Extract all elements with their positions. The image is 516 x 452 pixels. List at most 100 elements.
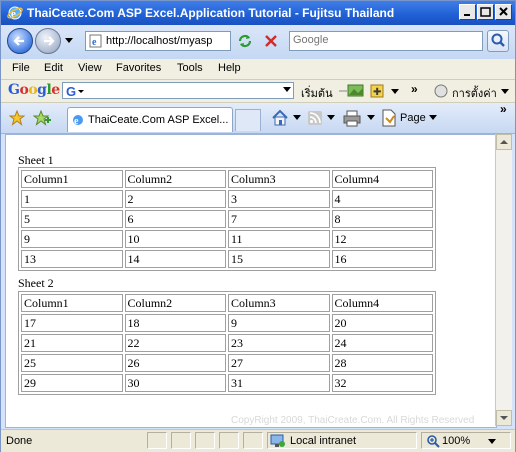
page-menu-button[interactable]: Page [400, 112, 426, 124]
table-cell: 3 [228, 190, 330, 208]
table-cell: 13 [21, 250, 123, 268]
feeds-icon[interactable] [307, 110, 323, 126]
table-row: 5 6 7 8 [21, 210, 433, 228]
tab-ie-icon: e [73, 115, 83, 127]
close-button[interactable] [495, 4, 512, 20]
page-icon[interactable] [381, 109, 397, 127]
table-cell: 32 [331, 374, 433, 392]
menu-file[interactable]: File [12, 62, 30, 74]
tab-bar: e ThaiCeate.Com ASP Excel... Page » [1, 102, 515, 134]
more-chevron-icon[interactable]: » [411, 82, 418, 96]
search-box[interactable] [289, 31, 483, 51]
table-cell: 27 [228, 354, 330, 372]
search-input[interactable] [290, 32, 476, 48]
menu-view[interactable]: View [78, 62, 102, 74]
tab-title: ThaiCeate.Com ASP Excel... [88, 114, 229, 126]
browser-window: e ThaiCeate.Com ASP Excel.Application Tu… [0, 0, 516, 452]
table-cell: 5 [21, 210, 123, 228]
address-url[interactable]: http://localhost/myasp [106, 35, 228, 47]
picture-icon[interactable] [347, 83, 365, 99]
table-row: 1 2 3 4 [21, 190, 433, 208]
header-cell: Column3 [228, 294, 330, 312]
favorites-star-icon[interactable] [9, 110, 25, 126]
settings-circle-icon[interactable] [433, 83, 449, 99]
header-cell: Column4 [331, 170, 433, 188]
status-pane [243, 432, 263, 449]
table-cell: 20 [331, 314, 433, 332]
back-button[interactable] [7, 28, 33, 54]
maximize-button[interactable] [477, 4, 494, 20]
table-cell: 28 [331, 354, 433, 372]
table-cell: 7 [228, 210, 330, 228]
forward-button[interactable] [35, 28, 61, 54]
chevron-down-icon[interactable] [429, 115, 437, 121]
maximize-icon [480, 7, 491, 17]
table-cell: 14 [124, 250, 226, 268]
svg-text:e: e [92, 37, 97, 48]
refresh-button[interactable] [235, 31, 255, 51]
menu-favorites[interactable]: Favorites [116, 62, 161, 74]
status-pane [147, 432, 167, 449]
add-favorite-icon[interactable] [33, 110, 51, 126]
table-cell: 4 [331, 190, 433, 208]
stop-button[interactable] [261, 31, 281, 51]
table-cell: 31 [228, 374, 330, 392]
table-header-row: Column1 Column2 Column3 Column4 [21, 294, 433, 312]
chevron-down-icon[interactable] [391, 89, 399, 95]
chevron-down-icon[interactable] [367, 115, 375, 121]
vertical-scrollbar[interactable] [495, 134, 512, 426]
bookmark-icon[interactable]: ✚ [369, 83, 387, 99]
zoom-pane[interactable]: 100% [421, 432, 511, 449]
zoom-level: 100% [442, 435, 471, 447]
table-cell: 16 [331, 250, 433, 268]
table-cell: 22 [124, 334, 226, 352]
table-row: 13 14 15 16 [21, 250, 433, 268]
chevron-down-icon[interactable] [327, 115, 335, 121]
tab-active[interactable]: e ThaiCeate.Com ASP Excel... [67, 107, 233, 132]
new-tab-button[interactable] [235, 109, 261, 131]
table-cell: 15 [228, 250, 330, 268]
table-row: 29 30 31 32 [21, 374, 433, 392]
svg-text:✚: ✚ [373, 87, 381, 98]
table-cell: 12 [331, 230, 433, 248]
menu-edit[interactable]: Edit [44, 62, 63, 74]
chevron-down-icon[interactable] [283, 87, 291, 93]
table-cell: 9 [21, 230, 123, 248]
menu-bar: File Edit View Favorites Tools Help [1, 59, 515, 80]
scroll-up-button[interactable] [496, 134, 512, 150]
search-button[interactable] [487, 30, 509, 52]
google-search-field[interactable]: G [62, 82, 294, 99]
home-icon[interactable] [271, 109, 289, 127]
sheet-2-table: Column1 Column2 Column3 Column4 17 18 9 … [18, 291, 436, 395]
header-cell: Column2 [124, 170, 226, 188]
sheet-2-title: Sheet 2 [18, 276, 54, 290]
svg-text:G: G [66, 84, 76, 98]
print-icon[interactable] [343, 109, 361, 127]
chevron-down-icon[interactable] [488, 439, 496, 445]
more-chevron-icon[interactable]: » [500, 102, 507, 116]
scroll-up-icon [500, 140, 508, 144]
status-pane [195, 432, 215, 449]
table-cell: 23 [228, 334, 330, 352]
page-content: Sheet 1 Column1 Column2 Column3 Column4 … [5, 134, 497, 428]
history-dropdown-icon[interactable] [65, 38, 73, 44]
status-pane [171, 432, 191, 449]
header-cell: Column1 [21, 294, 123, 312]
scroll-down-button[interactable] [496, 410, 512, 426]
address-bar[interactable]: e http://localhost/myasp [85, 31, 231, 51]
google-settings-button[interactable]: การตั้งค่า [452, 84, 497, 102]
google-logo[interactable]: Google [8, 82, 60, 98]
forward-arrow-icon [44, 36, 55, 46]
status-bar: Done Local intranet 100% [1, 429, 515, 452]
chevron-down-icon[interactable] [293, 115, 301, 121]
menu-help[interactable]: Help [218, 62, 241, 74]
table-cell: 21 [21, 334, 123, 352]
google-start-button[interactable]: เริ่มต้น [301, 84, 333, 102]
title-bar[interactable]: e ThaiCeate.Com ASP Excel.Application Tu… [1, 1, 515, 25]
minimize-button[interactable] [459, 4, 476, 20]
chevron-down-icon[interactable] [501, 89, 509, 95]
header-cell: Column4 [331, 294, 433, 312]
table-row: 9 10 11 12 [21, 230, 433, 248]
zone-pane[interactable]: Local intranet [267, 432, 417, 449]
menu-tools[interactable]: Tools [177, 62, 203, 74]
